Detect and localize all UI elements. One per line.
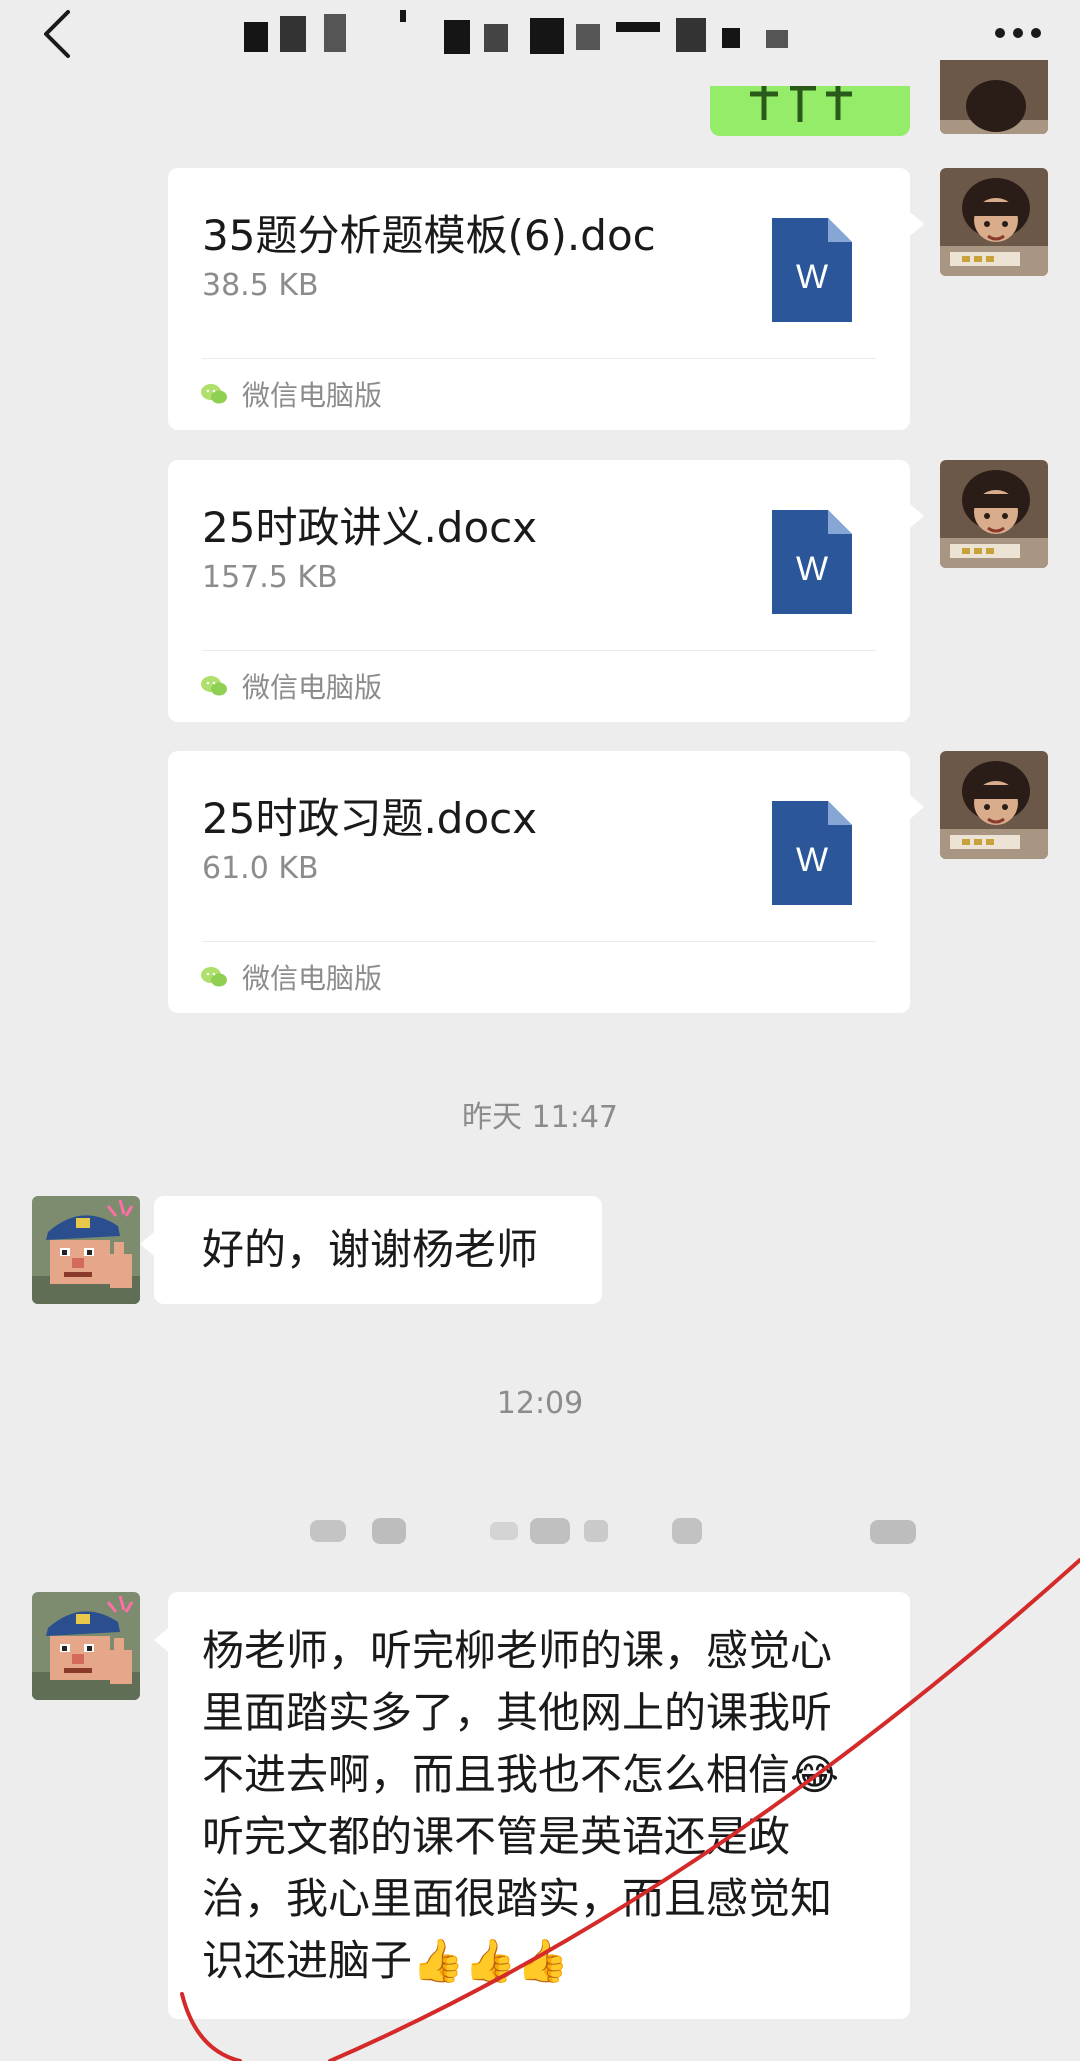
my-avatar[interactable]	[940, 751, 1048, 859]
message-line: 不进去啊，而且我也不怎么相信😂	[202, 1750, 840, 1799]
message-timestamp: 昨天 11:47	[462, 1100, 618, 1135]
sender-avatar[interactable]	[32, 1592, 140, 1700]
message-timestamp: 12:09	[496, 1386, 584, 1421]
wechat-logo-icon	[201, 967, 227, 987]
card-divider	[202, 941, 876, 942]
svg-text:W: W	[796, 841, 828, 879]
message-line: 杨老师，听完柳老师的课，感觉心	[202, 1626, 833, 1675]
message-line: 里面踏实多了，其他网上的课我听	[202, 1688, 833, 1737]
redacted-content	[310, 1518, 916, 1544]
girl-avatar-icon	[940, 460, 1048, 568]
file-name: 25时政讲义.docx	[202, 503, 538, 552]
partial-text-glyphs	[750, 86, 852, 122]
card-divider	[202, 650, 876, 651]
message-text: 好的，谢谢杨老师	[202, 1225, 539, 1274]
received-message-bubble[interactable]: 好的，谢谢杨老师	[140, 1196, 602, 1304]
my-avatar[interactable]	[940, 460, 1048, 568]
word-file-icon: W	[772, 801, 852, 905]
file-message-card[interactable]: 25时政习题.docx 61.0 KB W 微信电脑版	[168, 751, 924, 1013]
wechat-logo-icon	[201, 384, 227, 404]
file-message-card[interactable]: 25时政讲义.docx 157.5 KB W 微信电脑版	[168, 460, 924, 722]
file-size: 61.0 KB	[202, 851, 319, 886]
file-message-card[interactable]: 35题分析题模板(6).doc 38.5 KB W 微信电脑版	[168, 168, 924, 430]
source-label: 微信电脑版	[242, 379, 383, 412]
message-line: 听完文都的课不管是英语还是政	[202, 1812, 791, 1861]
source-label: 微信电脑版	[242, 962, 383, 995]
chat-title-redacted	[240, 10, 800, 60]
back-chevron-icon	[44, 10, 70, 58]
message-line: 治，我心里面很踏实，而且感觉知	[202, 1874, 833, 1923]
more-dots-icon	[995, 28, 1041, 38]
my-avatar[interactable]	[940, 60, 1048, 134]
word-file-icon: W	[772, 218, 852, 322]
svg-text:W: W	[796, 258, 828, 296]
file-source: 微信电脑版	[200, 666, 382, 706]
card-divider	[202, 358, 876, 359]
received-message-bubble[interactable]: 杨老师，听完柳老师的课，感觉心 里面踏实多了，其他网上的课我听 不进去啊，而且我…	[154, 1592, 910, 2019]
file-size: 157.5 KB	[202, 560, 338, 595]
girl-avatar-icon	[940, 60, 1048, 134]
file-name: 25时政习题.docx	[202, 794, 538, 843]
top-bar	[0, 0, 1080, 80]
source-label: 微信电脑版	[242, 671, 383, 704]
sent-message-bubble-partial[interactable]	[710, 86, 910, 136]
wechat-logo-icon	[201, 676, 227, 696]
back-button[interactable]	[30, 4, 90, 64]
file-name: 35题分析题模板(6).doc	[202, 211, 656, 260]
word-file-icon: W	[772, 510, 852, 614]
message-line: 识还进脑子👍👍👍	[202, 1936, 569, 1985]
pixel-character-avatar-icon	[32, 1592, 140, 1700]
more-button[interactable]	[978, 8, 1058, 58]
sender-avatar[interactable]	[32, 1196, 140, 1304]
my-avatar[interactable]	[940, 168, 1048, 276]
pixel-character-avatar-icon	[32, 1196, 140, 1304]
file-source: 微信电脑版	[200, 374, 382, 414]
message-text: 杨老师，听完柳老师的课，感觉心 里面踏实多了，其他网上的课我听 不进去啊，而且我…	[202, 1620, 839, 1992]
file-size: 38.5 KB	[202, 268, 319, 303]
girl-avatar-icon	[940, 751, 1048, 859]
girl-avatar-icon	[940, 168, 1048, 276]
file-source: 微信电脑版	[200, 957, 382, 997]
svg-text:W: W	[796, 550, 828, 588]
